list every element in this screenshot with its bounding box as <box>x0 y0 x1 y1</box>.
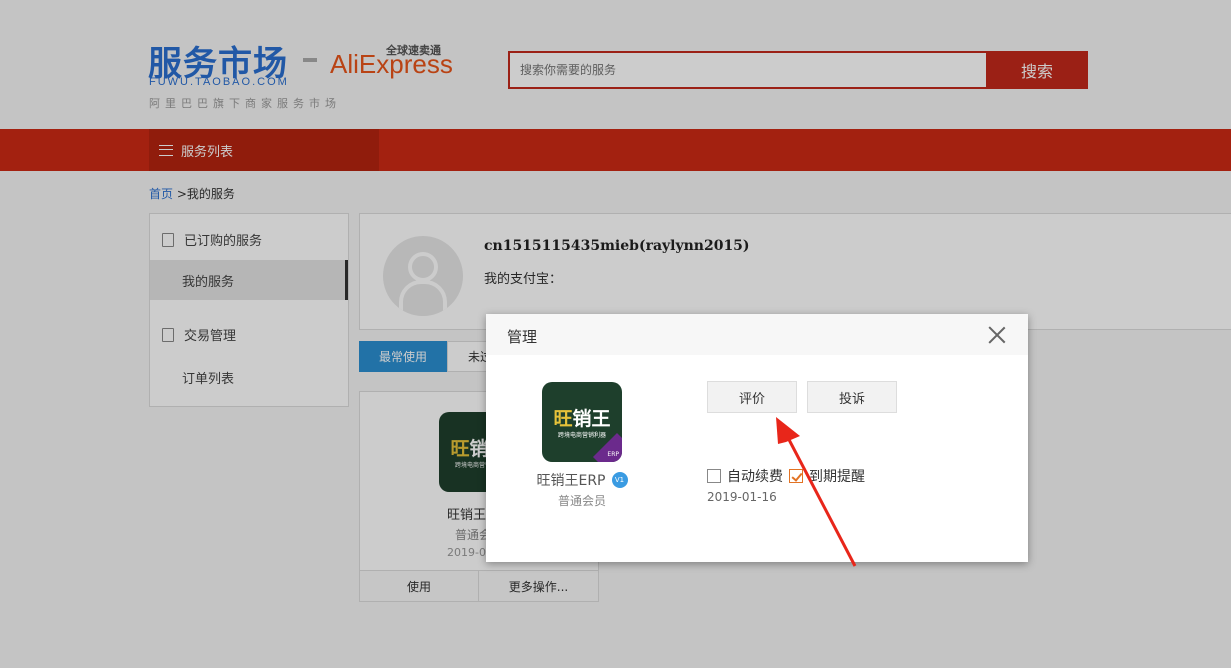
auto-renew-checkbox[interactable] <box>707 469 721 483</box>
auto-renew-label: 自动续费 <box>727 469 783 485</box>
complain-button[interactable]: 投诉 <box>807 381 897 413</box>
manage-dialog: 管理 旺销王 跨境电商营销利器 ERP 旺销王ERP V1 普通会员 评价 投诉… <box>486 314 1028 562</box>
auto-renew-option[interactable]: 自动续费 <box>707 466 783 486</box>
dialog-title: 管理 <box>507 328 538 346</box>
dialog-header: 管理 <box>486 314 1028 355</box>
expire-remind-checkbox[interactable] <box>789 469 803 483</box>
expire-remind-label: 到期提醒 <box>809 469 865 485</box>
app-icon: 旺销王 跨境电商营销利器 ERP <box>542 382 622 462</box>
app-level: 普通会员 <box>557 494 606 508</box>
app-icon-text: 旺销王 <box>553 408 611 430</box>
vip-badge-icon: V1 <box>611 472 628 488</box>
expire-remind-option[interactable]: 到期提醒 <box>789 466 865 486</box>
app-icon-subtext: 跨境电商营销利器 <box>557 432 606 439</box>
review-button[interactable]: 评价 <box>707 381 797 413</box>
app-icon-badge: ERP <box>607 451 619 458</box>
app-name: 旺销王ERP <box>536 473 606 489</box>
expire-date: 2019-01-16 <box>707 490 777 504</box>
app-name-row: 旺销王ERP V1 <box>486 470 678 490</box>
close-icon[interactable] <box>986 324 1008 346</box>
